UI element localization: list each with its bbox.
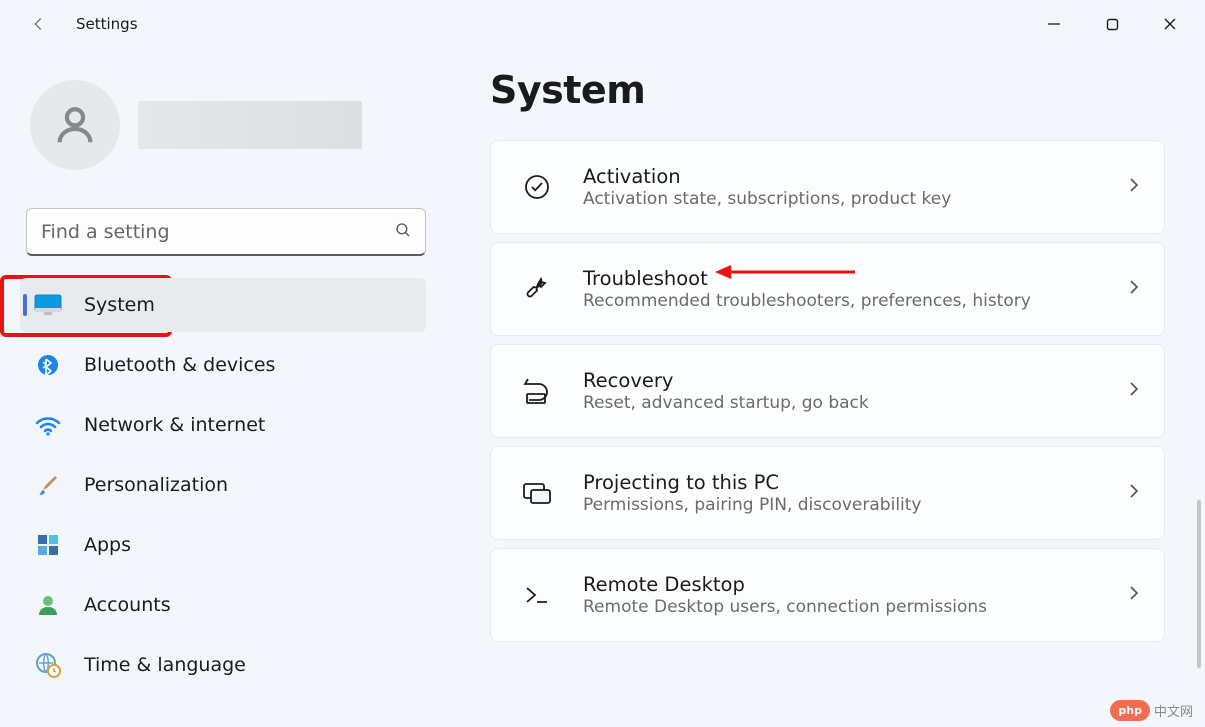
- maximize-button[interactable]: [1083, 4, 1141, 44]
- card-projecting[interactable]: Projecting to this PC Permissions, pairi…: [490, 446, 1165, 540]
- card-subtitle: Activation state, subscriptions, product…: [583, 189, 1126, 209]
- window-controls: [1025, 4, 1199, 44]
- minimize-button[interactable]: [1025, 4, 1083, 44]
- sidebar: System Bluetooth & devices Network & int…: [0, 48, 430, 727]
- watermark-badge: php: [1110, 700, 1150, 721]
- avatar[interactable]: [30, 80, 120, 170]
- project-icon: [515, 478, 559, 508]
- nav-item-system[interactable]: System: [20, 278, 426, 332]
- card-title: Recovery: [583, 369, 1126, 392]
- back-arrow-icon: [27, 13, 49, 35]
- watermark-text: 中文网: [1154, 701, 1193, 720]
- revert-icon: [515, 376, 559, 406]
- card-activation[interactable]: Activation Activation state, subscriptio…: [490, 140, 1165, 234]
- nav-item-apps[interactable]: Apps: [20, 518, 426, 572]
- clock-globe-icon: [34, 651, 62, 679]
- card-subtitle: Remote Desktop users, connection permiss…: [583, 597, 1126, 617]
- wifi-icon: [34, 411, 62, 439]
- card-title: Activation: [583, 165, 1126, 188]
- back-button[interactable]: [18, 4, 58, 44]
- card-recovery[interactable]: Recovery Reset, advanced startup, go bac…: [490, 344, 1165, 438]
- content-area: System Activation Activation state, subs…: [430, 48, 1205, 727]
- watermark: php 中文网: [1110, 700, 1193, 721]
- close-icon: [1163, 17, 1177, 31]
- close-button[interactable]: [1141, 4, 1199, 44]
- nav-item-personalization[interactable]: Personalization: [20, 458, 426, 512]
- titlebar: Settings: [0, 0, 1205, 48]
- nav-list: System Bluetooth & devices Network & int…: [0, 278, 430, 692]
- nav-item-bluetooth[interactable]: Bluetooth & devices: [20, 338, 426, 392]
- page-title: System: [490, 68, 1165, 112]
- nav-label: Time & language: [84, 654, 246, 676]
- card-title: Projecting to this PC: [583, 471, 1126, 494]
- system-icon: [34, 291, 62, 319]
- card-subtitle: Recommended troubleshooters, preferences…: [583, 291, 1126, 311]
- card-subtitle: Permissions, pairing PIN, discoverabilit…: [583, 495, 1126, 515]
- chevron-right-icon: [1126, 483, 1142, 503]
- scrollbar[interactable]: [1197, 500, 1201, 668]
- bluetooth-icon: [34, 351, 62, 379]
- chevron-right-icon: [1126, 279, 1142, 299]
- search-icon: [394, 221, 412, 243]
- nav-label: Network & internet: [84, 414, 265, 436]
- nav-item-time[interactable]: Time & language: [20, 638, 426, 692]
- nav-label: Bluetooth & devices: [84, 354, 275, 376]
- card-title: Remote Desktop: [583, 573, 1126, 596]
- chevron-right-icon: [1126, 177, 1142, 197]
- wrench-icon: [515, 274, 559, 304]
- remote-icon: [515, 580, 559, 610]
- app-title: Settings: [76, 15, 138, 33]
- brush-icon: [34, 471, 62, 499]
- nav-label: System: [84, 294, 155, 316]
- nav-label: Accounts: [84, 594, 171, 616]
- nav-label: Personalization: [84, 474, 228, 496]
- maximize-icon: [1106, 18, 1119, 31]
- profile-name-redacted: [138, 101, 362, 149]
- nav-item-network[interactable]: Network & internet: [20, 398, 426, 452]
- apps-icon: [34, 531, 62, 559]
- minimize-icon: [1047, 17, 1061, 31]
- card-remote-desktop[interactable]: Remote Desktop Remote Desktop users, con…: [490, 548, 1165, 642]
- settings-card-list: Activation Activation state, subscriptio…: [490, 140, 1165, 642]
- nav-item-accounts[interactable]: Accounts: [20, 578, 426, 632]
- profile-section: [0, 48, 430, 170]
- accounts-icon: [34, 591, 62, 619]
- card-title: Troubleshoot: [583, 267, 1126, 290]
- user-icon: [52, 102, 98, 148]
- nav-label: Apps: [84, 534, 131, 556]
- card-troubleshoot[interactable]: Troubleshoot Recommended troubleshooters…: [490, 242, 1165, 336]
- chevron-right-icon: [1126, 585, 1142, 605]
- search-container: [26, 208, 426, 256]
- chevron-right-icon: [1126, 381, 1142, 401]
- check-circle-icon: [515, 172, 559, 202]
- card-subtitle: Reset, advanced startup, go back: [583, 393, 1126, 413]
- search-input[interactable]: [26, 208, 426, 256]
